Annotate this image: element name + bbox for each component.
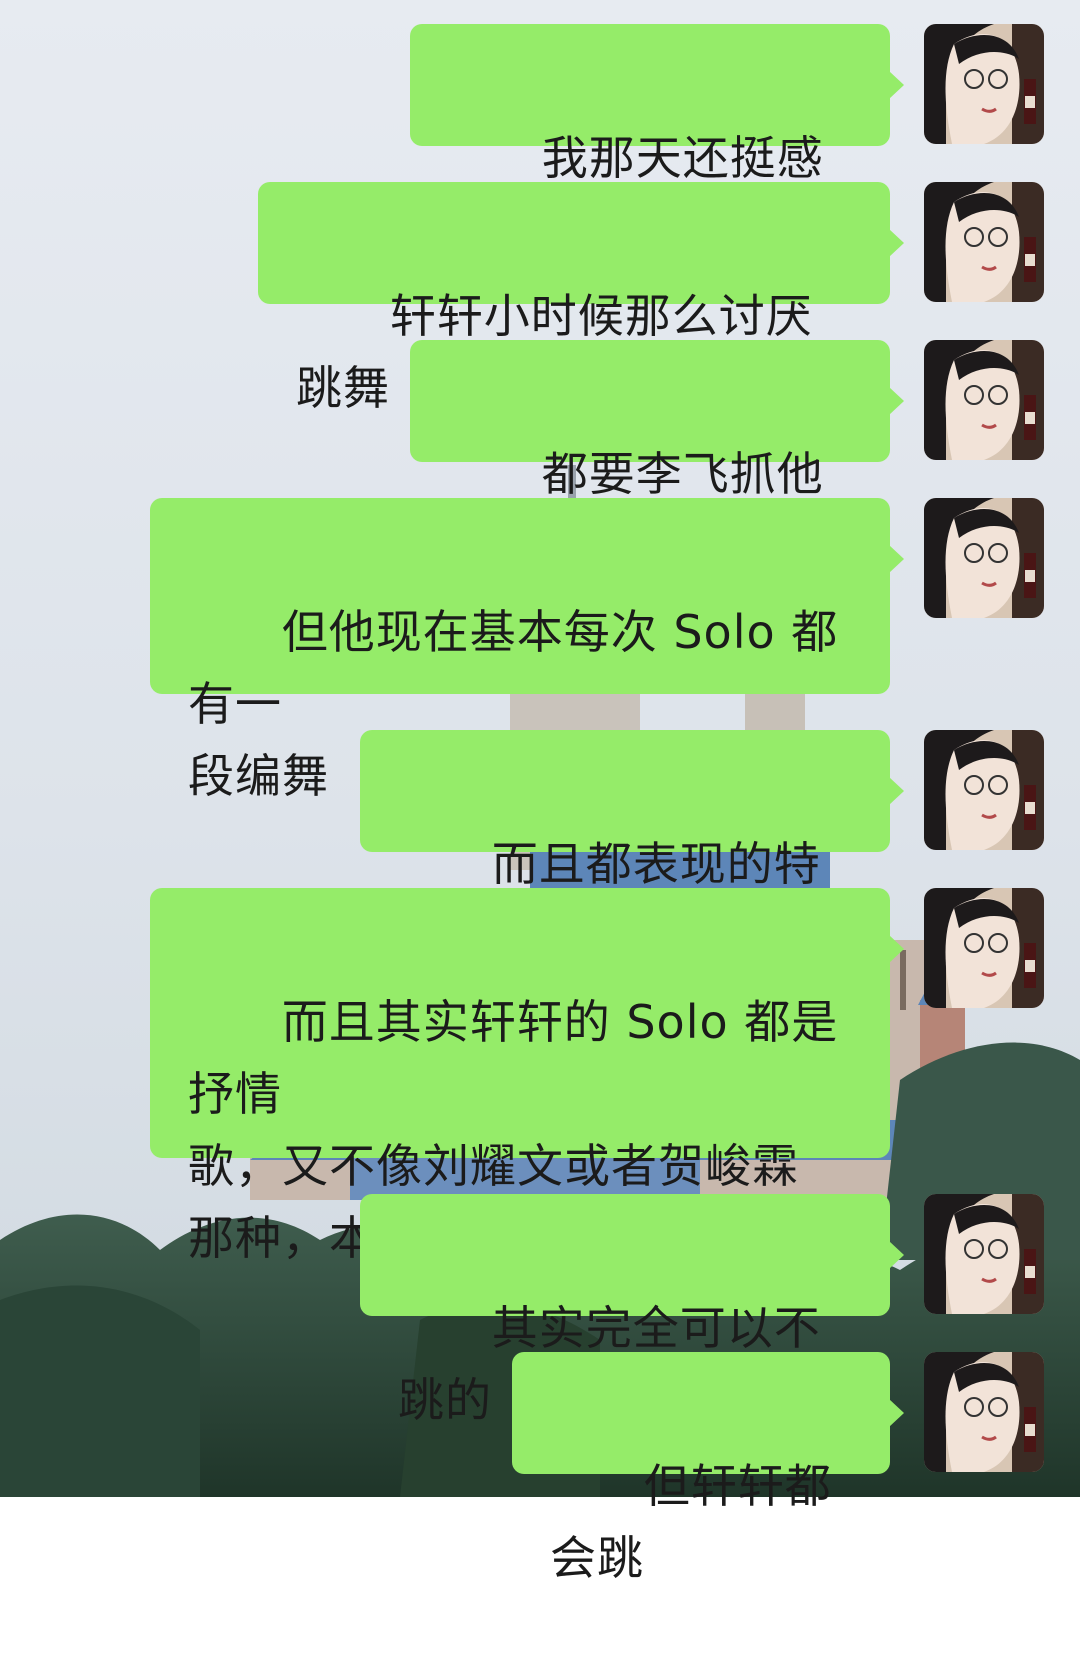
message-bubble[interactable]: 其实完全可以不跳的 bbox=[360, 1194, 890, 1427]
bubble-tail bbox=[889, 1241, 904, 1269]
message-bubble[interactable]: 轩轩小时候那么讨厌跳舞 bbox=[258, 182, 890, 415]
user-avatar-icon[interactable] bbox=[924, 1352, 1044, 1472]
user-avatar-icon[interactable] bbox=[924, 730, 1044, 850]
message-list[interactable]: 我那天还挺感慨的 轩轩小时候那么讨厌跳舞 bbox=[0, 0, 1080, 1585]
bubble-tail bbox=[889, 935, 904, 963]
user-avatar-icon[interactable] bbox=[924, 182, 1044, 302]
bubble-tail bbox=[889, 71, 904, 99]
bubble-tail bbox=[889, 387, 904, 415]
user-avatar-icon[interactable] bbox=[924, 24, 1044, 144]
bubble-tail bbox=[889, 545, 904, 573]
bubble-tail bbox=[889, 229, 904, 257]
bubble-tail bbox=[889, 777, 904, 805]
message-bubble[interactable]: 而且都表现的特别好 bbox=[360, 730, 890, 963]
user-avatar-icon[interactable] bbox=[924, 1194, 1044, 1314]
message-bubble[interactable]: 但他现在基本每次 Solo 都有一 段编舞 bbox=[150, 498, 890, 803]
message-bubble[interactable]: 但轩轩都会跳 bbox=[512, 1352, 890, 1585]
user-avatar-icon[interactable] bbox=[924, 498, 1044, 618]
message-bubble[interactable]: 而且其实轩轩的 Solo 都是抒情 歌，又不像刘耀文或者贺峻霖 那种，本身就是比… bbox=[150, 888, 890, 1265]
bubble-tail bbox=[889, 1399, 904, 1427]
message-text: 但轩轩都会跳 bbox=[550, 1459, 832, 1585]
message-bubble[interactable]: 都要李飞抓他跳舞 bbox=[410, 340, 890, 573]
user-avatar-icon[interactable] bbox=[924, 340, 1044, 460]
message-bubble[interactable]: 我那天还挺感慨的 bbox=[410, 24, 890, 257]
user-avatar-icon[interactable] bbox=[924, 888, 1044, 1008]
